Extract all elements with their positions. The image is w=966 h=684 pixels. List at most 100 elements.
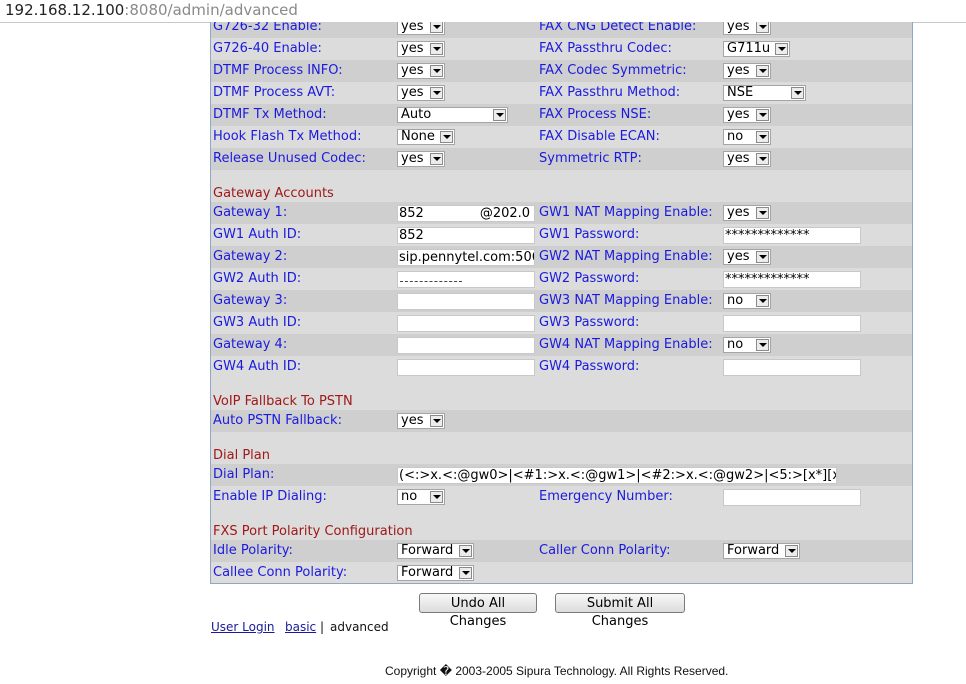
gw4-password-label: GW4 Password: <box>539 359 640 374</box>
undo-all-changes-button[interactable]: Undo All Changes <box>419 593 537 629</box>
hook-flash-label: Hook Flash Tx Method: <box>213 129 362 144</box>
gw2-auth-input[interactable] <box>397 271 535 288</box>
hook-flash-select[interactable]: None <box>397 129 455 145</box>
g726-40-select[interactable]: yes <box>397 41 445 57</box>
gw4-auth-input[interactable] <box>397 359 535 376</box>
settings-row: G726-40 Enable: yes FAX Passthru Codec: … <box>211 38 912 60</box>
settings-row: Gateway 3: GW3 NAT Mapping Enable: no <box>211 290 912 312</box>
dtmf-tx-method-select[interactable]: Auto <box>397 107 508 123</box>
chevron-down-icon <box>430 87 443 99</box>
settings-row: Gateway 2: sip.pennytel.com:5060 GW2 NAT… <box>211 246 912 268</box>
fax-passthru-codec-value: G711u <box>727 41 771 56</box>
hook-flash-value: None <box>401 129 435 144</box>
settings-row: GW1 Auth ID: 852 GW1 Password: *********… <box>211 224 912 246</box>
fax-disable-ecan-value: no <box>727 129 744 144</box>
chevron-down-icon <box>493 109 506 121</box>
chevron-down-icon <box>775 43 788 55</box>
address-path: :8080/admin/advanced <box>124 1 298 19</box>
gw1-nat-label: GW1 NAT Mapping Enable: <box>539 205 713 220</box>
section-title-dial-plan: Dial Plan <box>213 448 270 463</box>
emergency-number-label: Emergency Number: <box>539 489 673 504</box>
chevron-down-icon <box>756 109 769 121</box>
settings-row: GW4 Auth ID: GW4 Password: <box>211 356 912 378</box>
symmetric-rtp-label: Symmetric RTP: <box>539 151 642 166</box>
fax-passthru-codec-select[interactable]: G711u <box>723 41 790 57</box>
gateway-4-label: Gateway 4: <box>213 337 288 352</box>
gw2-password-input[interactable]: ************* <box>723 271 861 288</box>
gw4-nat-select[interactable]: no <box>723 337 771 353</box>
chevron-down-icon <box>440 131 453 143</box>
dtmf-info-label: DTMF Process INFO: <box>213 63 343 78</box>
fax-passthru-method-select[interactable]: NSE <box>723 85 806 101</box>
address-host: 192.168.12.100 <box>5 1 125 19</box>
idle-polarity-select[interactable]: Forward <box>397 543 474 559</box>
gw2-password-label: GW2 Password: <box>539 271 640 286</box>
chevron-down-icon <box>756 207 769 219</box>
gw3-auth-label: GW3 Auth ID: <box>213 315 302 330</box>
dtmf-info-select[interactable]: yes <box>397 63 445 79</box>
fax-disable-ecan-select[interactable]: no <box>723 129 771 145</box>
copyright-text: Copyright � 2003-2005 Sipura Technology.… <box>385 664 729 678</box>
auto-pstn-fallback-select[interactable]: yes <box>397 413 445 429</box>
chevron-down-icon <box>756 295 769 307</box>
caller-conn-polarity-select[interactable]: Forward <box>723 543 800 559</box>
dtmf-tx-method-value: Auto <box>401 107 432 122</box>
address-bar[interactable]: 192.168.12.100:8080/admin/advanced <box>0 0 966 23</box>
address-url[interactable]: 192.168.12.100:8080/admin/advanced <box>5 1 298 19</box>
gw3-password-label: GW3 Password: <box>539 315 640 330</box>
dtmf-avt-select[interactable]: yes <box>397 85 445 101</box>
symmetric-rtp-select[interactable]: yes <box>723 151 771 167</box>
advanced-current-page: advanced <box>330 620 389 634</box>
release-unused-codec-select[interactable]: yes <box>397 151 445 167</box>
chevron-down-icon <box>430 22 443 33</box>
chevron-down-icon <box>756 251 769 263</box>
settings-row: GW2 Auth ID: GW2 Password: ************* <box>211 268 912 290</box>
enable-ip-dialing-select[interactable]: no <box>397 489 445 505</box>
user-login-link[interactable]: User Login <box>211 619 275 635</box>
gateway-2-label: Gateway 2: <box>213 249 288 264</box>
fax-passthru-method-value: NSE <box>727 85 754 100</box>
gw1-nat-select[interactable]: yes <box>723 205 771 221</box>
fax-cng-select[interactable]: yes <box>723 22 771 35</box>
dial-plan-input[interactable]: (<:>x.<:@gw0>|<#1:>x.<:@gw1>|<#2:>x.<:@g… <box>397 467 837 484</box>
chevron-down-icon <box>756 22 769 33</box>
fax-codec-symmetric-select[interactable]: yes <box>723 63 771 79</box>
chevron-down-icon <box>430 65 443 77</box>
chevron-down-icon <box>430 43 443 55</box>
gateway-1-value-suffix: @202.0 <box>479 206 531 221</box>
gw3-nat-select[interactable]: no <box>723 293 771 309</box>
basic-link[interactable]: basic <box>285 619 316 635</box>
dtmf-tx-method-label: DTMF Tx Method: <box>213 107 327 122</box>
gw1-password-input[interactable]: ************* <box>723 227 861 244</box>
section-title-voip-fallback: VoIP Fallback To PSTN <box>213 394 353 409</box>
release-unused-codec-value: yes <box>401 151 424 166</box>
gateway-2-input[interactable]: sip.pennytel.com:5060 <box>397 249 535 266</box>
gateway-4-input[interactable] <box>397 337 535 354</box>
g726-32-select[interactable]: yes <box>397 22 445 35</box>
settings-row: GW3 Auth ID: GW3 Password: <box>211 312 912 334</box>
gw3-auth-input[interactable] <box>397 315 535 332</box>
g726-40-value: yes <box>401 41 424 56</box>
gateway-1-input[interactable]: 852 @202.0 <box>397 205 535 222</box>
settings-row: Gateway 1: 852 @202.0 GW1 NAT Mapping Ena… <box>211 202 912 224</box>
chevron-down-icon <box>430 153 443 165</box>
release-unused-codec-label: Release Unused Codec: <box>213 151 366 166</box>
gateway-3-label: Gateway 3: <box>213 293 288 308</box>
chevron-down-icon <box>791 87 804 99</box>
gw2-nat-select[interactable]: yes <box>723 249 771 265</box>
settings-row: DTMF Process AVT: yes FAX Passthru Metho… <box>211 82 912 104</box>
callee-conn-polarity-select[interactable]: Forward <box>397 565 474 581</box>
chevron-down-icon <box>430 415 443 427</box>
gw3-password-input[interactable] <box>723 315 861 332</box>
gw4-nat-value: no <box>727 337 744 352</box>
fax-process-nse-label: FAX Process NSE: <box>539 107 652 122</box>
gw4-password-input[interactable] <box>723 359 861 376</box>
gw1-auth-input[interactable]: 852 <box>397 227 535 244</box>
chevron-down-icon <box>785 545 798 557</box>
gateway-3-input[interactable] <box>397 293 535 310</box>
fax-process-nse-select[interactable]: yes <box>723 107 771 123</box>
submit-all-changes-button[interactable]: Submit All Changes <box>555 593 685 629</box>
chevron-down-icon <box>756 153 769 165</box>
gw3-nat-label: GW3 NAT Mapping Enable: <box>539 293 713 308</box>
emergency-number-input[interactable] <box>723 489 861 506</box>
